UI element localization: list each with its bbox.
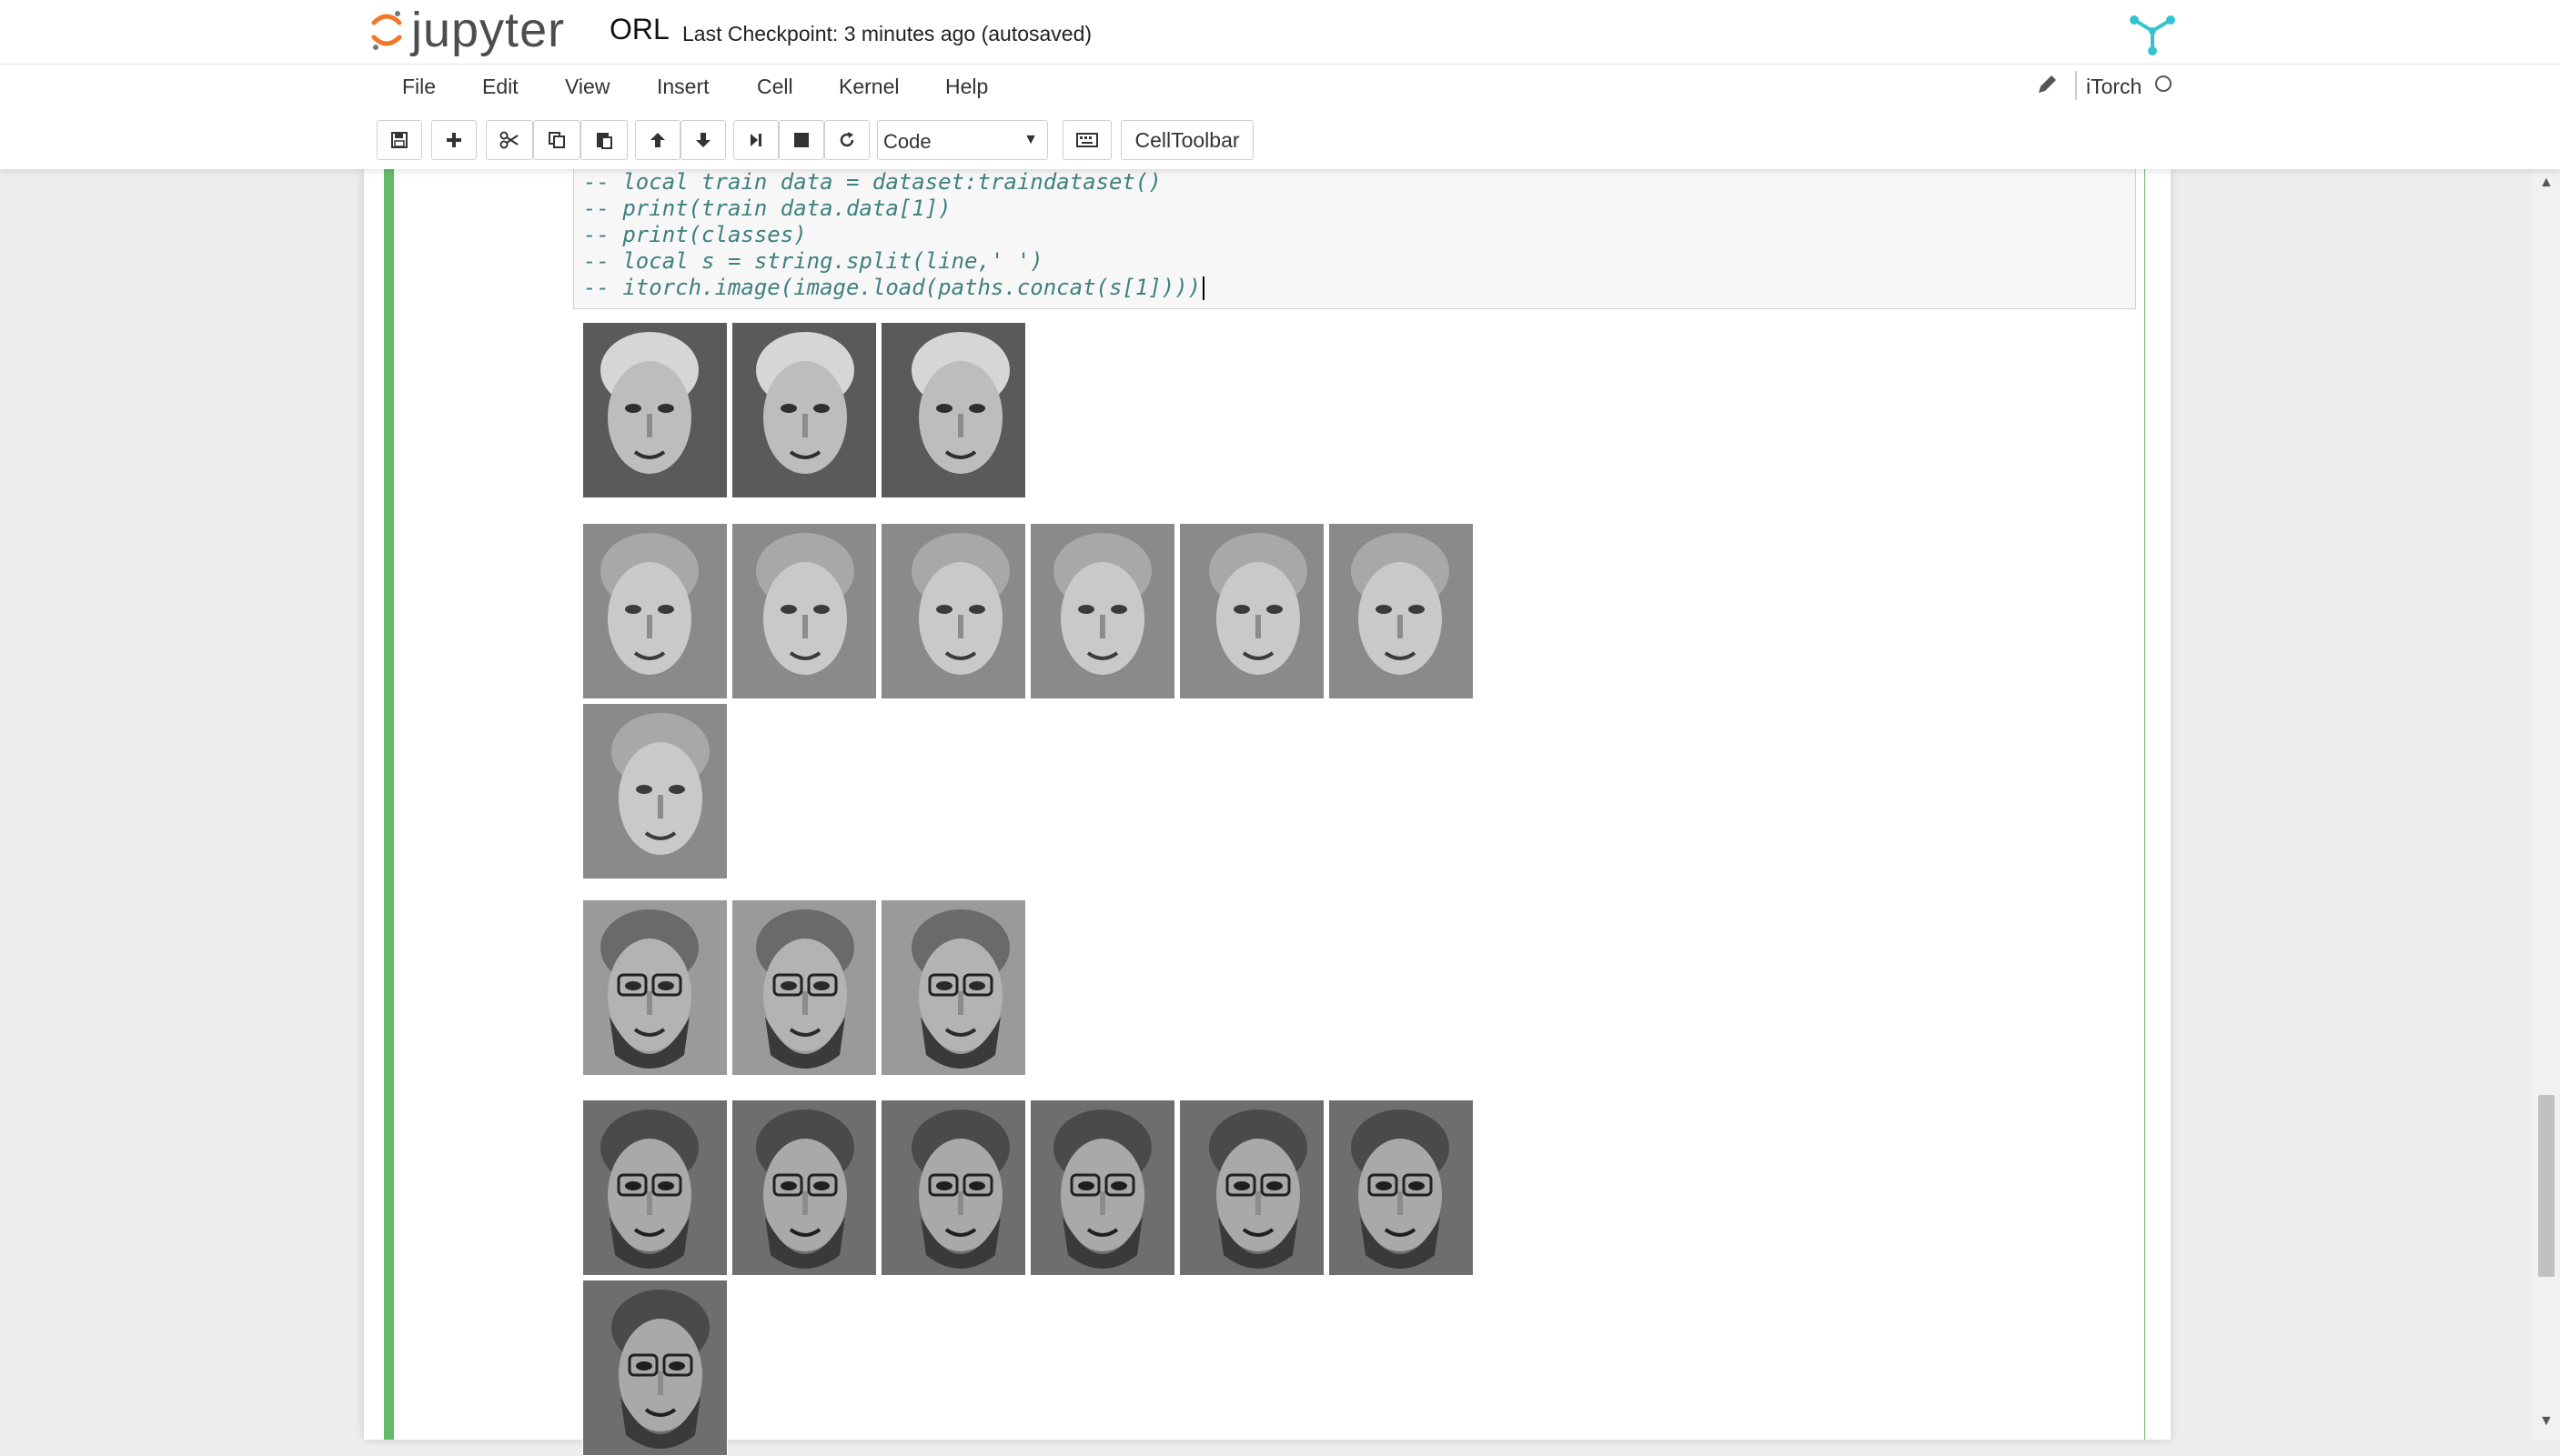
face-image [582, 899, 728, 1076]
code-line-text: -- itorch.image(image.load(paths.concat(… [583, 275, 1202, 300]
face-image [582, 523, 728, 699]
restart-button[interactable] [824, 120, 870, 160]
menu-kernel[interactable]: Kernel [839, 75, 899, 99]
run-button[interactable] [733, 120, 779, 160]
menu-view[interactable]: View [565, 75, 610, 99]
run-icon [751, 134, 761, 146]
face-image [1030, 523, 1175, 699]
header: jupyter ORL Last Checkpoint: 3 minutes a… [0, 0, 2560, 169]
cut-button[interactable] [486, 120, 533, 160]
scroll-down-arrow-icon[interactable]: ▼ [2539, 1413, 2554, 1430]
keyboard-icon [1076, 133, 1098, 147]
face-image [1179, 523, 1325, 699]
save-icon [391, 132, 408, 148]
face-image [582, 1100, 728, 1276]
face-image [1328, 523, 1474, 699]
move-down-icon [696, 133, 711, 147]
move-down-button[interactable] [680, 120, 726, 160]
face-image [1030, 1100, 1175, 1276]
menu-cell[interactable]: Cell [757, 75, 793, 99]
notebook-name[interactable]: ORL [610, 13, 670, 46]
checkpoint-status: Last Checkpoint: 3 minutes ago (autosave… [682, 22, 1093, 45]
notebook-container: -- local train data = dataset:traindatas… [364, 169, 2171, 1456]
face-image [731, 899, 877, 1076]
menu-edit[interactable]: Edit [482, 75, 519, 99]
face-image [731, 322, 877, 498]
command-palette-button[interactable] [1063, 120, 1112, 160]
celltoolbar-label: CellToolbar [1134, 127, 1240, 152]
kernel-name[interactable]: iTorch [2086, 75, 2142, 99]
stop-icon [794, 133, 809, 147]
jupyter-wordmark: jupyter [411, 3, 566, 57]
face-image [582, 1280, 728, 1456]
celltoolbar-button[interactable]: CellToolbar [1121, 120, 1254, 160]
cell-type-select[interactable]: Code ▼ [877, 120, 1048, 160]
copy-icon [549, 132, 565, 148]
text-cursor [1203, 276, 1205, 300]
menu-bar: File Edit View Insert Cell Kernel Help [377, 64, 2183, 109]
face-image [881, 899, 1026, 1076]
jupyter-logo-icon [371, 11, 402, 50]
face-image [881, 523, 1026, 699]
pencil-icon[interactable] [2035, 73, 2059, 96]
face-image [731, 1100, 877, 1276]
cell-selection-bar [384, 169, 394, 1440]
code-line: -- print(train data.data[1]) [583, 196, 952, 221]
kernel-status-icon [2155, 75, 2172, 92]
restart-icon [840, 132, 854, 147]
code-editor[interactable]: -- local train data = dataset:traindatas… [573, 169, 2136, 309]
paste-button[interactable] [580, 120, 628, 160]
face-image [582, 322, 728, 498]
jupyter-logo[interactable]: jupyter [371, 3, 566, 57]
paste-icon [597, 133, 612, 149]
cell-type-value: Code [883, 130, 932, 153]
code-line: -- print(classes) [583, 222, 807, 247]
caret-down-icon: ▼ [1023, 132, 1038, 147]
face-image [731, 523, 877, 699]
code-line-last: -- itorch.image(image.load(paths.concat(… [583, 275, 1205, 300]
code-line: -- local s = string.split(line,' ') [583, 248, 1043, 274]
move-up-button[interactable] [635, 120, 680, 160]
scroll-up-arrow-icon[interactable]: ▲ [2539, 175, 2554, 191]
vertical-scrollbar[interactable]: ▲ ▼ [2531, 169, 2560, 1440]
cell-output [582, 322, 2129, 1456]
scrollbar-thumb[interactable] [2538, 1095, 2555, 1277]
code-line: -- local train data = dataset:traindatas… [583, 169, 1162, 195]
face-image [1328, 1100, 1474, 1276]
face-image [582, 703, 728, 879]
face-image [881, 322, 1026, 498]
face-image [1179, 1100, 1325, 1276]
menu-file[interactable]: File [402, 75, 436, 99]
kernel-divider [2075, 71, 2077, 100]
menu-insert[interactable]: Insert [657, 75, 710, 99]
kernel-logo-icon [2130, 15, 2175, 55]
menu-help[interactable]: Help [945, 75, 988, 99]
face-image [881, 1100, 1026, 1276]
save-button[interactable] [377, 120, 422, 160]
stop-button[interactable] [779, 120, 824, 160]
add-icon [447, 133, 461, 147]
move-up-icon [650, 133, 665, 147]
copy-button[interactable] [533, 120, 580, 160]
insert-cell-button[interactable] [431, 120, 477, 160]
cut-icon [499, 131, 519, 149]
